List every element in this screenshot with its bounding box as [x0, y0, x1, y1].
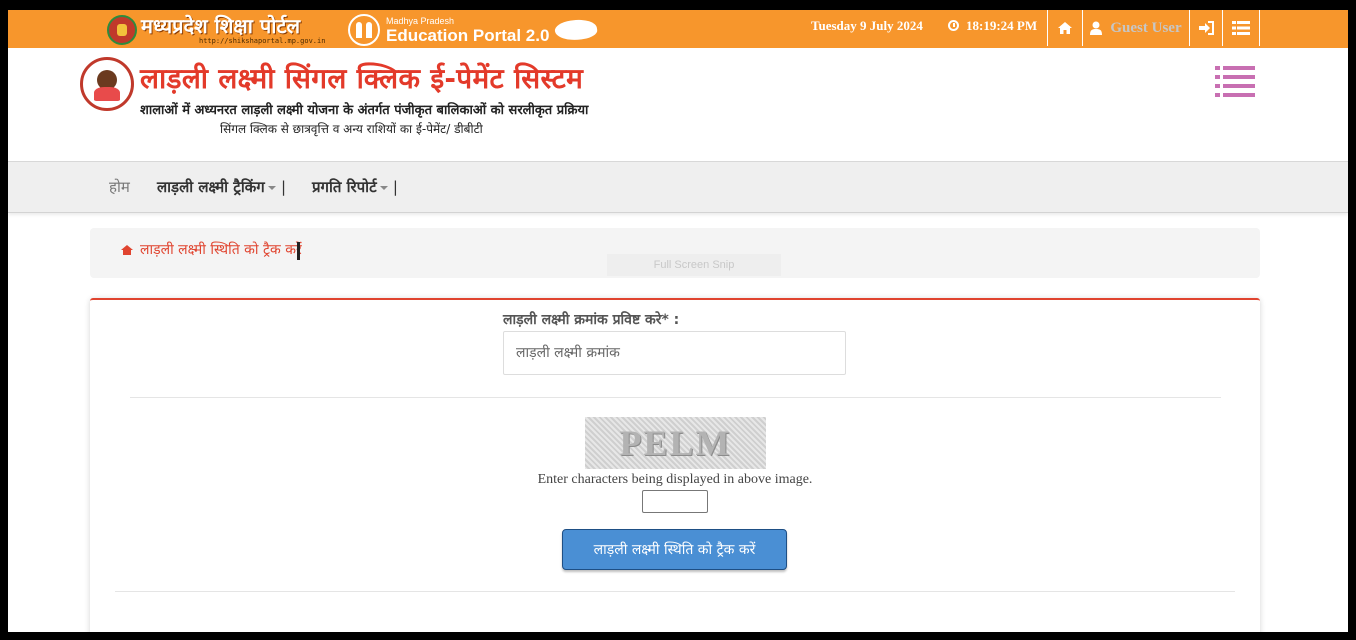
breadcrumb: लाड़ली लक्ष्मी स्थिति को ट्रैक करें Full… — [90, 228, 1260, 278]
captcha-hint: Enter characters being displayed in abov… — [537, 472, 813, 487]
current-time: 18:19:24 PM — [966, 18, 1038, 33]
ladli-laxmi-logo-icon[interactable] — [80, 57, 134, 111]
captcha-image: PELM — [585, 417, 766, 469]
ladli-laxmi-number-label: लाड़ली लक्ष्मी क्रमांक प्रविष्ट करे* : — [503, 312, 680, 328]
home-icon[interactable] — [121, 245, 133, 255]
screen-frame: मध्यप्रदेश शिक्षा पोर्टल http://shikshap… — [0, 0, 1356, 640]
site-title: लाड़ली लक्ष्मी सिंगल क्लिक ई-पेमेंट सिस्… — [140, 62, 584, 95]
top-bar: मध्यप्रदेश शिक्षा पोर्टल http://shikshap… — [8, 10, 1348, 48]
login-button[interactable] — [1189, 10, 1222, 46]
ladli-laxmi-number-input[interactable] — [503, 331, 846, 375]
current-date: Tuesday 9 July 2024 — [811, 18, 923, 33]
divider — [115, 591, 1235, 592]
list-menu-button[interactable] — [1222, 10, 1260, 46]
education-portal-emblem-icon — [348, 14, 380, 46]
shiksha-portal-title: मध्यप्रदेश शिक्षा पोर्टल — [141, 13, 301, 38]
page: मध्यप्रदेश शिक्षा पोर्टल http://shikshap… — [8, 10, 1348, 632]
main-nav: होम लाड़ली लक्ष्मी ट्रैकिंग | प्रगति रिप… — [8, 162, 1348, 213]
site-subtitle-line-1: शालाओं में अध्यनरत लाड़ली लक्ष्मी योजना … — [140, 103, 589, 118]
list-icon — [1232, 21, 1250, 35]
tracking-form-card: लाड़ली लक्ष्मी क्रमांक प्रविष्ट करे* : P… — [90, 298, 1260, 632]
shiksha-portal-logo[interactable]: मध्यप्रदेश शिक्षा पोर्टल http://shikshap… — [107, 13, 325, 47]
breadcrumb-current-page: लाड़ली लक्ष्मी स्थिति को ट्रैक करें — [140, 242, 302, 258]
nav-separator: | — [392, 178, 398, 196]
education-portal-name: Education Portal 2.0 — [386, 25, 550, 45]
captcha-input[interactable] — [642, 490, 708, 513]
chevron-down-icon — [267, 185, 276, 190]
mp-emblem-icon — [107, 15, 137, 45]
mp-map-icon — [554, 17, 599, 43]
shiksha-portal-url: http://shikshaportal.mp.gov.in — [199, 36, 326, 45]
guest-user-label: Guest User — [1110, 19, 1182, 36]
nav-ladli-laxmi-tracking[interactable]: लाड़ली लक्ष्मी ट्रैकिंग | — [157, 177, 286, 197]
sign-in-icon — [1199, 21, 1214, 35]
clock-icon — [948, 20, 959, 31]
site-subtitle-line-2: सिंगल क्लिक से छात्रवृत्ति व अन्य राशियो… — [220, 122, 483, 136]
snip-tooltip: Full Screen Snip — [607, 254, 781, 276]
nav-progress-report[interactable]: प्रगति रिपोर्ट | — [312, 177, 398, 197]
nav-separator: | — [280, 178, 286, 196]
site-header: लाड़ली लक्ष्मी सिंगल क्लिक ई-पेमेंट सिस्… — [8, 48, 1348, 162]
guest-user-button[interactable]: Guest User — [1082, 10, 1189, 46]
divider — [130, 397, 1221, 398]
home-icon — [1058, 22, 1072, 34]
chevron-down-icon — [379, 185, 388, 190]
user-icon — [1090, 21, 1103, 35]
nav-home[interactable]: होम — [109, 177, 130, 197]
education-portal-logo[interactable]: Madhya Pradesh Education Portal 2.0 — [348, 13, 599, 47]
hamburger-menu-icon[interactable] — [1215, 66, 1255, 98]
text-cursor — [297, 242, 300, 260]
nav-report-label: प्रगति रिपोर्ट — [312, 178, 377, 196]
home-button[interactable] — [1047, 10, 1082, 46]
captcha-text: PELM — [619, 423, 732, 463]
nav-tracking-label: लाड़ली लक्ष्मी ट्रैकिंग — [157, 178, 265, 196]
education-portal-state: Madhya Pradesh — [386, 15, 455, 26]
track-status-button[interactable]: लाड़ली लक्ष्मी स्थिति को ट्रैक करें — [562, 529, 787, 570]
